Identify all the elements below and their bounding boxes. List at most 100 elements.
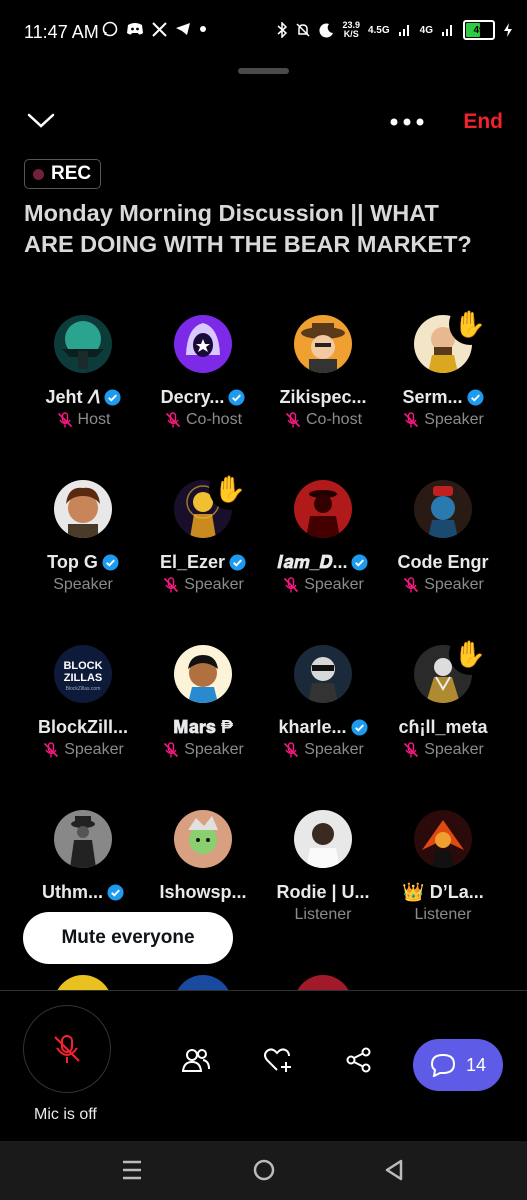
avatar: BLOCK ZILLAS BlockZillas.com bbox=[54, 645, 112, 703]
mic-off-icon bbox=[165, 412, 181, 428]
participant-name: Code Engr bbox=[397, 552, 489, 572]
drag-handle[interactable] bbox=[238, 68, 289, 74]
participant-role: Listener bbox=[294, 906, 352, 923]
verified-badge-icon bbox=[228, 389, 245, 406]
moon-icon bbox=[319, 23, 334, 38]
telegram-icon bbox=[176, 23, 190, 35]
avatar-logo-line-2: ZILLAS bbox=[64, 672, 103, 684]
avatar bbox=[54, 480, 112, 538]
rec-label: REC bbox=[51, 163, 92, 184]
status-right: 23.9 K/S 4.5G 4G 49 bbox=[277, 20, 513, 40]
verified-badge-icon bbox=[351, 554, 368, 571]
mic-status-label: Mic is off bbox=[34, 1106, 97, 1123]
space-top-bar: End bbox=[0, 100, 527, 144]
mute-everyone-button[interactable]: Mute everyone bbox=[23, 912, 233, 964]
verified-badge-icon bbox=[466, 389, 484, 406]
verified-badge-icon bbox=[103, 389, 121, 406]
participant-role: Speaker bbox=[184, 741, 244, 758]
participant-role: Host bbox=[77, 411, 111, 428]
verified-badge-icon bbox=[102, 554, 119, 571]
participant-role: Speaker bbox=[64, 741, 124, 758]
participant-name: El_Ezer bbox=[159, 552, 226, 572]
system-nav-bar bbox=[0, 1140, 527, 1200]
rec-badge: REC bbox=[24, 159, 102, 189]
avatar bbox=[414, 810, 472, 868]
participant-name: BlockZill... bbox=[37, 717, 129, 737]
back-icon[interactable] bbox=[384, 1158, 404, 1182]
participant[interactable]: ✋ cɦ¡ll_meta Speaker bbox=[383, 633, 503, 810]
network-type-1: 4.5G bbox=[367, 24, 390, 36]
participant-name: Jeht 𝛬 bbox=[45, 387, 100, 407]
battery-icon: 49 bbox=[463, 20, 495, 40]
participant-name: Top G bbox=[47, 552, 98, 572]
share-icon[interactable] bbox=[346, 1047, 372, 1073]
participant-name: Decry... bbox=[160, 387, 225, 407]
participant-role: Listener bbox=[414, 906, 472, 923]
avatar bbox=[294, 480, 352, 538]
mic-off-icon bbox=[284, 742, 299, 758]
bluetooth-icon bbox=[277, 22, 288, 38]
comments-button[interactable]: 14 bbox=[413, 1039, 503, 1091]
participants-grid: Jeht 𝛬 Host Decry... Co-host Zikispec... bbox=[23, 303, 503, 975]
mic-off-icon bbox=[284, 577, 299, 593]
participant-name: cɦ¡ll_meta bbox=[398, 717, 488, 737]
avatar bbox=[54, 315, 112, 373]
dot-icon bbox=[200, 26, 206, 32]
raised-hand-icon: ✋ bbox=[449, 303, 491, 345]
people-icon[interactable] bbox=[182, 1047, 210, 1073]
charging-icon bbox=[504, 23, 512, 37]
participant-name: Uthm... bbox=[42, 882, 103, 902]
comment-icon bbox=[430, 1053, 455, 1077]
participant-role: Speaker bbox=[424, 576, 484, 593]
participant[interactable]: BLOCK ZILLAS BlockZillas.com BlockZill..… bbox=[23, 645, 143, 810]
rec-dot-icon bbox=[33, 168, 44, 180]
avatar bbox=[414, 480, 472, 538]
participant-role: Speaker bbox=[304, 576, 364, 593]
verified-badge-icon bbox=[350, 719, 368, 736]
mic-off-icon bbox=[44, 742, 59, 758]
participant[interactable]: Decry... Co-host bbox=[143, 315, 263, 480]
signal-icon bbox=[442, 25, 452, 36]
avatar bbox=[294, 645, 352, 703]
participant-name: Ishowsp... bbox=[159, 882, 247, 902]
participant-role: Speaker bbox=[184, 576, 244, 593]
participant[interactable]: Code Engr Speaker bbox=[383, 480, 503, 645]
avatar bbox=[174, 810, 232, 868]
participant[interactable]: 👑 D’La... Listener bbox=[383, 810, 503, 975]
comment-count: 14 bbox=[465, 1054, 487, 1075]
participant-role: Speaker bbox=[424, 411, 484, 428]
participant[interactable]: ✋ Serm... Speaker bbox=[383, 303, 503, 480]
participant[interactable]: Jeht 𝛬 Host bbox=[23, 315, 143, 480]
participant[interactable]: 𝐌𝐚𝐫𝐬 ₱ Speaker bbox=[143, 645, 263, 810]
x-icon bbox=[152, 21, 167, 37]
avatar bbox=[174, 315, 232, 373]
participant-name: Serm... bbox=[402, 387, 463, 407]
heart-plus-icon[interactable] bbox=[263, 1047, 293, 1073]
mic-off-icon bbox=[164, 742, 179, 758]
participant[interactable]: ✋ El_Ezer Speaker bbox=[143, 468, 263, 645]
participant-name: 𝐌𝐚𝐫𝐬 ₱ bbox=[173, 717, 233, 737]
participant[interactable]: Zikispec... Co-host bbox=[263, 315, 383, 480]
participant-name: kharle... bbox=[278, 717, 347, 737]
participant[interactable]: 𝑰𝒂𝒎_𝑫... Speaker bbox=[263, 480, 383, 645]
mic-toggle-button[interactable] bbox=[23, 1005, 111, 1093]
mute-icon bbox=[296, 23, 310, 37]
home-icon[interactable] bbox=[252, 1158, 276, 1182]
chevron-down-icon[interactable] bbox=[26, 110, 56, 130]
participant-role: Co-host bbox=[305, 411, 363, 428]
recent-apps-icon[interactable] bbox=[121, 1158, 143, 1182]
end-button[interactable]: End bbox=[463, 110, 503, 134]
participant[interactable]: Rodie | U... Listener bbox=[263, 810, 383, 975]
avatar bbox=[294, 810, 352, 868]
participant-role: Speaker bbox=[304, 741, 364, 758]
net-speed: 23.9 K/S bbox=[342, 20, 360, 39]
participant[interactable]: Top G Speaker bbox=[23, 480, 143, 645]
avatar-logo-line-3: BlockZillas.com bbox=[66, 686, 101, 692]
participant[interactable]: kharle... Speaker bbox=[263, 645, 383, 810]
more-options-icon[interactable] bbox=[388, 112, 426, 132]
participant-role: Co-host bbox=[185, 411, 243, 428]
raised-hand-icon: ✋ bbox=[209, 468, 251, 510]
mic-off-icon bbox=[404, 412, 419, 428]
mic-off-icon bbox=[404, 577, 419, 593]
status-bar: 11:47 AM 23.9 K/S 4.5G 4G 49 bbox=[0, 0, 527, 64]
